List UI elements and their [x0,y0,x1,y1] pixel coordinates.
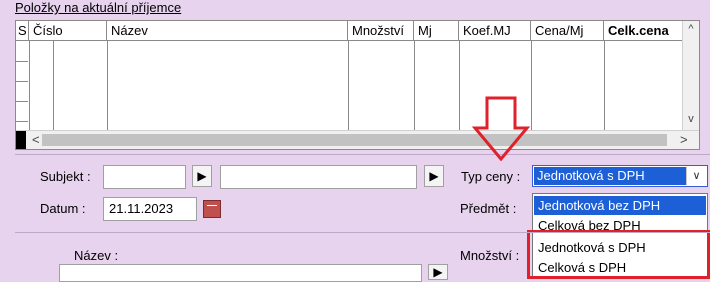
grid-line [29,40,30,132]
horizontal-scrollbar[interactable]: < > [16,130,699,149]
grid-line [53,40,54,132]
price-type-select[interactable]: Jednotková s DPH ∨ [532,165,708,187]
scrollbar-thumb[interactable] [42,134,667,146]
nazev-lookup-button[interactable]: ▶ [428,264,448,280]
grid-line [604,40,605,132]
scroll-right-arrow-icon[interactable]: > [680,131,688,149]
vertical-scrollbar[interactable]: ^ v [682,21,699,132]
calendar-icon[interactable] [203,200,221,218]
row-marker [16,61,28,62]
annotation-highlight-box [527,230,710,279]
predmet-label: Předmět : [460,201,517,216]
typ-ceny-label: Typ ceny : [461,169,521,184]
nazev-field[interactable] [59,264,422,282]
row-marker [16,121,28,122]
scroll-down-arrow-icon[interactable]: v [683,113,699,125]
column-header-koef[interactable]: Koef.MJ [459,21,531,40]
price-type-selected[interactable]: Jednotková s DPH [534,167,686,185]
column-header-mj[interactable]: Mj [414,21,459,40]
row-marker [16,101,28,102]
grid-line [107,40,108,132]
subjekt-name-lookup-button[interactable]: ▶ [424,165,444,187]
mnozstvi-label: Množství : [460,248,520,263]
column-header-s[interactable]: S [16,21,29,40]
row-marker [16,81,28,82]
datum-label: Datum : [40,201,86,216]
subjekt-code-field[interactable] [103,165,186,189]
scroll-left-arrow-icon[interactable]: < [32,131,40,149]
section-title: Položky na aktuální příjemce [15,0,182,15]
grid-line [531,40,532,132]
subjekt-lookup-button[interactable]: ▶ [192,165,212,187]
grid-line [459,40,460,132]
option-jednotkova-bez-dph[interactable]: Jednotková bez DPH [534,196,706,215]
grid-line [348,40,349,132]
column-header-mnozstvi[interactable]: Množství [348,21,414,40]
subjekt-name-field[interactable] [220,165,417,189]
divider [15,154,710,155]
row-selector-marker [16,131,26,149]
nazev-label: Název : [74,248,119,263]
divider [15,232,710,233]
column-header-celk-cena[interactable]: Celk.cena [604,21,684,40]
grid-line [414,40,415,132]
datum-field[interactable]: 21.11.2023 [103,197,197,221]
items-grid[interactable]: S Číslo Název Množství Mj Koef.MJ Cena/M… [15,20,700,150]
column-header-cena-mj[interactable]: Cena/Mj [531,21,604,40]
grid-header: S Číslo Název Množství Mj Koef.MJ Cena/M… [16,21,684,41]
annotation-arrow-icon [472,96,530,162]
column-header-nazev[interactable]: Název [107,21,348,40]
chevron-down-icon[interactable]: ∨ [686,167,706,185]
subjekt-label: Subjekt : [40,169,91,184]
scroll-up-arrow-icon[interactable]: ^ [683,23,699,35]
column-header-cislo[interactable]: Číslo [29,21,107,40]
